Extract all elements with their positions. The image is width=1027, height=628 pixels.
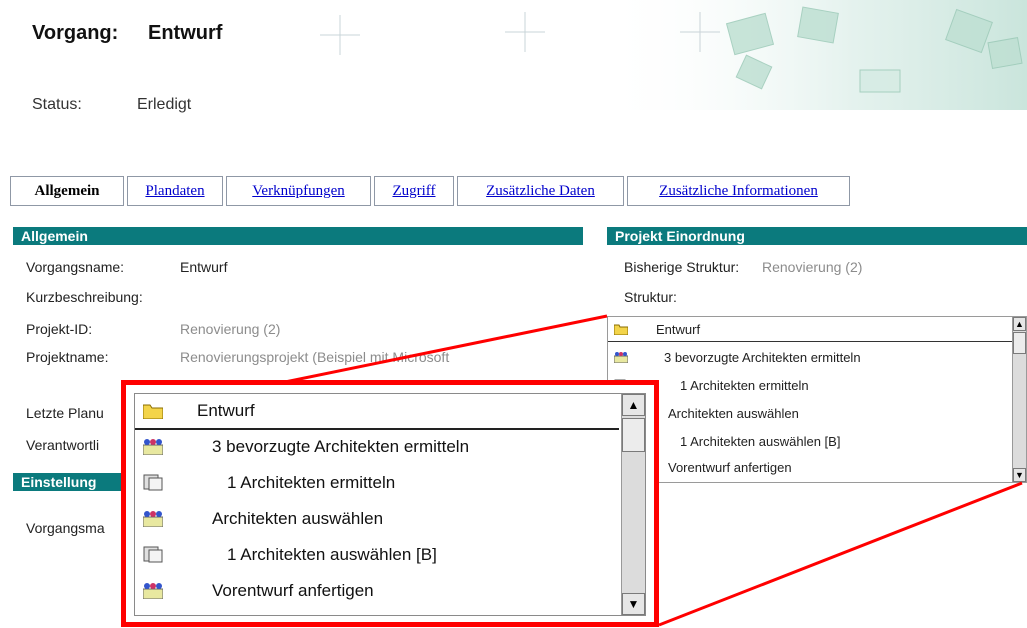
tab-plandaten[interactable]: Plandaten bbox=[127, 176, 223, 206]
tree-row[interactable]: 3 bevorzugte Architekten ermitteln bbox=[608, 347, 1012, 369]
verantwortlich-label: Verantwortli bbox=[26, 437, 100, 453]
tree-row[interactable]: 1 Architekten auswählen [B] bbox=[135, 538, 619, 572]
zoom-highlight-box: Entwurf 3 bevorzugte Architekten ermitte… bbox=[121, 380, 659, 627]
scroll-up-icon[interactable]: ▲ bbox=[1013, 317, 1026, 331]
header-decoration bbox=[320, 0, 1027, 110]
tab-allgemein[interactable]: Allgemein bbox=[10, 176, 124, 206]
tree-row[interactable]: 1 Architekten ermitteln bbox=[135, 466, 619, 500]
bisherige-struktur-value: Renovierung (2) bbox=[762, 259, 863, 275]
status-value: Erledigt bbox=[137, 96, 192, 113]
resource-group-icon bbox=[143, 583, 163, 599]
section-header-allgemein: Allgemein bbox=[13, 227, 583, 245]
tree-row-label: Vorentwurf anfertigen bbox=[668, 460, 792, 475]
tree-row-entwurf[interactable]: Entwurf bbox=[608, 319, 1012, 342]
projekt-id-value: Renovierung (2) bbox=[180, 321, 281, 337]
resource-group-icon bbox=[614, 352, 628, 363]
tree-row[interactable]: Architekten auswählen bbox=[135, 502, 619, 536]
vorgangsname-value: Entwurf bbox=[180, 259, 228, 275]
resource-group-icon bbox=[143, 511, 163, 527]
status-label: Status: bbox=[32, 96, 82, 113]
tree-row[interactable]: 3 bevorzugte Architekten ermitteln bbox=[135, 430, 619, 464]
projekt-id-label: Projekt-ID: bbox=[26, 321, 93, 337]
vorgangsmasse-label: Vorgangsma bbox=[26, 520, 105, 536]
tree-row-label: Entwurf bbox=[656, 322, 701, 337]
scroll-thumb[interactable] bbox=[1013, 332, 1026, 354]
zoomed-tree-scrollbar[interactable]: ▲ ▼ bbox=[621, 394, 645, 615]
tree-scrollbar[interactable]: ▲ ▼ bbox=[1012, 317, 1026, 482]
vorgangsname-label: Vorgangsname: bbox=[26, 259, 125, 275]
tree-row-label: 1 Architekten auswählen [B] bbox=[680, 434, 841, 449]
scroll-down-icon[interactable]: ▼ bbox=[622, 593, 645, 615]
tree-row-label: Vorentwurf anfertigen bbox=[212, 581, 374, 600]
projektname-value: Renovierungsprojekt (Beispiel mit Micros… bbox=[180, 349, 450, 365]
task-icon bbox=[143, 546, 163, 563]
task-icon bbox=[143, 474, 163, 491]
bisherige-struktur-label: Bisherige Struktur: bbox=[624, 259, 740, 275]
tab-zugriff[interactable]: Zugriff bbox=[374, 176, 454, 206]
struktur-label: Struktur: bbox=[624, 289, 677, 305]
tab-verknuepfungen[interactable]: Verknüpfungen bbox=[226, 176, 371, 206]
folder-icon bbox=[614, 324, 628, 335]
structure-tree-list[interactable]: Entwurf 3 bevorzugte Architekten ermitte… bbox=[607, 316, 1027, 483]
tree-row-entwurf[interactable]: Entwurf bbox=[135, 394, 619, 430]
tree-row[interactable]: 1 Architekten ermitteln bbox=[608, 375, 1012, 397]
tree-row[interactable]: Vorentwurf anfertigen bbox=[608, 457, 1012, 479]
scroll-up-icon[interactable]: ▲ bbox=[622, 394, 645, 416]
projektname-label: Projektname: bbox=[26, 349, 109, 365]
folder-icon bbox=[143, 404, 163, 419]
section-header-projekt-einordnung: Projekt Einordnung bbox=[607, 227, 1027, 245]
tree-row-label: Architekten auswählen bbox=[668, 406, 799, 421]
scroll-down-icon[interactable]: ▼ bbox=[1013, 468, 1026, 482]
tab-zusaetzliche-daten[interactable]: Zusätzliche Daten bbox=[457, 176, 624, 206]
resource-group-icon bbox=[143, 439, 163, 455]
tab-zusaetzliche-informationen[interactable]: Zusätzliche Informationen bbox=[627, 176, 850, 206]
tree-row-label: 1 Architekten auswählen [B] bbox=[227, 545, 437, 564]
page-title: Entwurf bbox=[148, 22, 223, 44]
tree-row-label: 3 bevorzugte Architekten ermitteln bbox=[664, 350, 861, 365]
page-title-label: Vorgang: bbox=[32, 22, 119, 44]
tree-row-label: Architekten auswählen bbox=[212, 509, 384, 528]
tree-row[interactable]: 1 Architekten auswählen [B] bbox=[608, 431, 1012, 453]
kurzbeschreibung-label: Kurzbeschreibung: bbox=[26, 289, 143, 305]
tree-row[interactable]: Architekten auswählen bbox=[608, 403, 1012, 425]
tree-row-label: 3 bevorzugte Architekten ermitteln bbox=[212, 437, 470, 456]
zoomed-structure-tree-list[interactable]: Entwurf 3 bevorzugte Architekten ermitte… bbox=[134, 393, 646, 616]
letzte-planung-label: Letzte Planu bbox=[26, 405, 104, 421]
tree-row-label: Entwurf bbox=[197, 401, 255, 420]
tree-row[interactable]: Vorentwurf anfertigen bbox=[135, 574, 619, 608]
tree-row-label: 1 Architekten ermitteln bbox=[680, 378, 809, 393]
scroll-thumb[interactable] bbox=[622, 418, 645, 452]
tree-row-label: 1 Architekten ermitteln bbox=[227, 473, 396, 492]
